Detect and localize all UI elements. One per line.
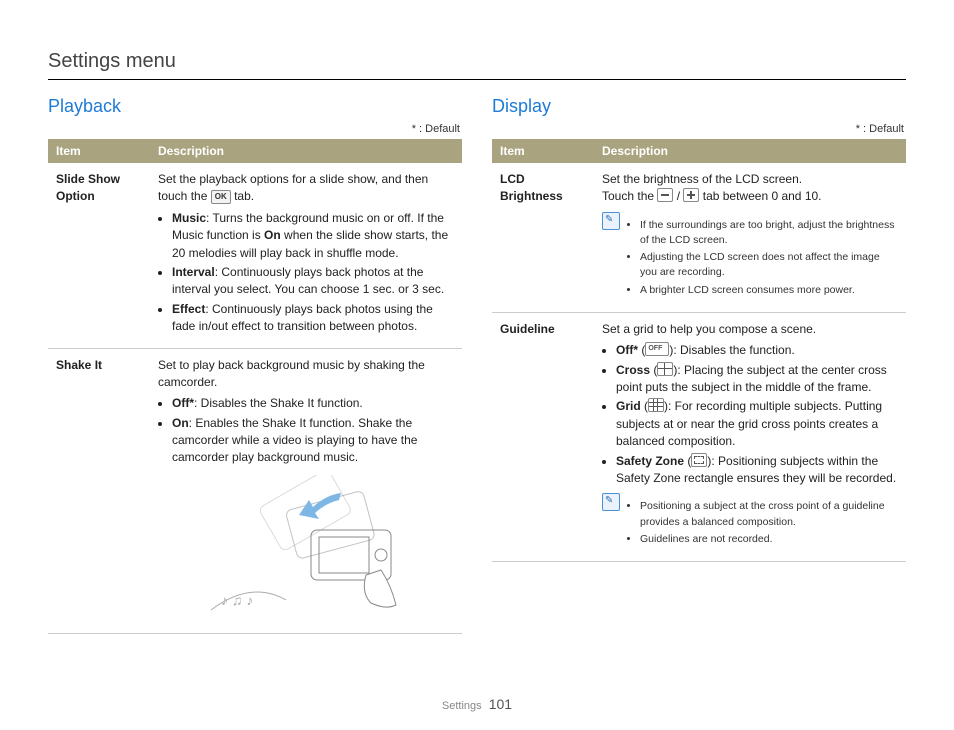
col-desc: Description [594,139,906,163]
playback-heading: Playback [48,96,462,117]
intro-text: Set a grid to help you compose a scene. [602,321,898,338]
page-number: 101 [489,696,512,712]
row-desc: Set the playback options for a slide sho… [150,163,462,348]
svg-text:♪ ♫ ♪: ♪ ♫ ♪ [221,592,253,608]
safety-zone-icon [691,453,707,467]
text: : Disables the Shake It function. [194,396,363,410]
playback-table: Item Description Slide Show Option Set t… [48,139,462,634]
note-list: If the surroundings are too bright, adju… [626,216,898,300]
col-item: Item [48,139,150,163]
bullet-list: Music: Turns the background music on or … [172,210,454,336]
minus-icon [657,188,673,202]
note-box: Positioning a subject at the cross point… [602,493,898,553]
t: tab between 0 and 10. [703,189,822,203]
table-header: Item Description [492,139,906,163]
line2: Touch the / tab between 0 and 10. [602,188,898,205]
page-footer: Settings 101 [0,696,954,712]
note: A brighter LCD screen consumes more powe… [640,283,898,298]
bullet: Effect: Continuously plays back photos u… [172,301,454,336]
shake-it-illustration: ♪ ♫ ♪ [191,475,421,625]
table-row: Shake It Set to play back background mus… [48,348,462,633]
note-list: Positioning a subject at the cross point… [626,497,898,549]
bullet: Interval: Continuously plays back photos… [172,264,454,299]
label: Off* [616,343,638,357]
grid-icon [648,398,664,412]
bullet: On: Enables the Shake It function. Shake… [172,415,454,467]
bullet-list: Off*: Disables the Shake It function. On… [172,395,454,467]
row-item: Slide Show Option [48,163,150,348]
t: / [677,189,684,203]
default-legend: * : Default [492,123,904,135]
intro-text: Set to play back background music by sha… [158,357,454,392]
bullet: Grid (): For recording multiple subjects… [616,398,898,450]
t: Touch the [602,189,657,203]
intro-text-b: tab. [234,189,254,203]
note: If the surroundings are too bright, adju… [640,218,898,248]
manual-page: Settings menu Playback * : Default Item … [0,0,954,730]
label: Effect [172,302,205,316]
ok-icon: OK [211,190,231,204]
bullet-list: Off* (): Disables the function. Cross ()… [616,342,898,487]
row-desc: Set a grid to help you compose a scene. … [594,312,906,561]
label: Safety Zone [616,454,684,468]
label: Grid [616,399,641,413]
table-row: Guideline Set a grid to help you compose… [492,312,906,561]
bullet: Safety Zone (): Positioning subjects wit… [616,453,898,488]
row-item: Shake It [48,348,150,633]
col-item: Item [492,139,594,163]
label: Music [172,211,206,225]
row-desc: Set the brightness of the LCD screen. To… [594,163,906,312]
label: Interval [172,265,215,279]
col-desc: Description [150,139,462,163]
text: : Continuously plays back photos using t… [172,302,433,333]
bullet: Off* (): Disables the function. [616,342,898,359]
note: Positioning a subject at the cross point… [640,499,898,529]
row-item: LCD Brightness [492,163,594,312]
text: : Enables the Shake It function. Shake t… [172,416,417,465]
intro-text: Set the playback options for a slide sho… [158,172,428,203]
bullet: Off*: Disables the Shake It function. [172,395,454,412]
default-legend: * : Default [48,123,460,135]
bullet: Cross (): Placing the subject at the cen… [616,362,898,397]
plus-icon [683,188,699,202]
label: Off* [172,396,194,410]
title-rule [48,79,906,80]
display-heading: Display [492,96,906,117]
two-column-layout: Playback * : Default Item Description Sl… [48,96,906,634]
off-icon [645,342,669,356]
note-icon [602,212,620,230]
row-desc: Set to play back background music by sha… [150,348,462,633]
label: Cross [616,363,650,377]
note-icon [602,493,620,511]
cross-icon [657,362,673,376]
display-table: Item Description LCD Brightness Set the … [492,139,906,562]
page-title: Settings menu [48,50,906,73]
row-item: Guideline [492,312,594,561]
table-header: Item Description [48,139,462,163]
playback-column: Playback * : Default Item Description Sl… [48,96,462,634]
footer-section: Settings [442,700,482,712]
display-column: Display * : Default Item Description LCD… [492,96,906,634]
label: On [172,416,189,430]
bullet: Music: Turns the background music on or … [172,210,454,262]
intro-text: Set the brightness of the LCD screen. [602,171,898,188]
note: Guidelines are not recorded. [640,532,898,547]
table-row: Slide Show Option Set the playback optio… [48,163,462,348]
on-word: On [264,228,281,242]
note: Adjusting the LCD screen does not affect… [640,250,898,280]
table-row: LCD Brightness Set the brightness of the… [492,163,906,312]
note-box: If the surroundings are too bright, adju… [602,212,898,304]
text: ): Disables the function. [669,343,794,357]
